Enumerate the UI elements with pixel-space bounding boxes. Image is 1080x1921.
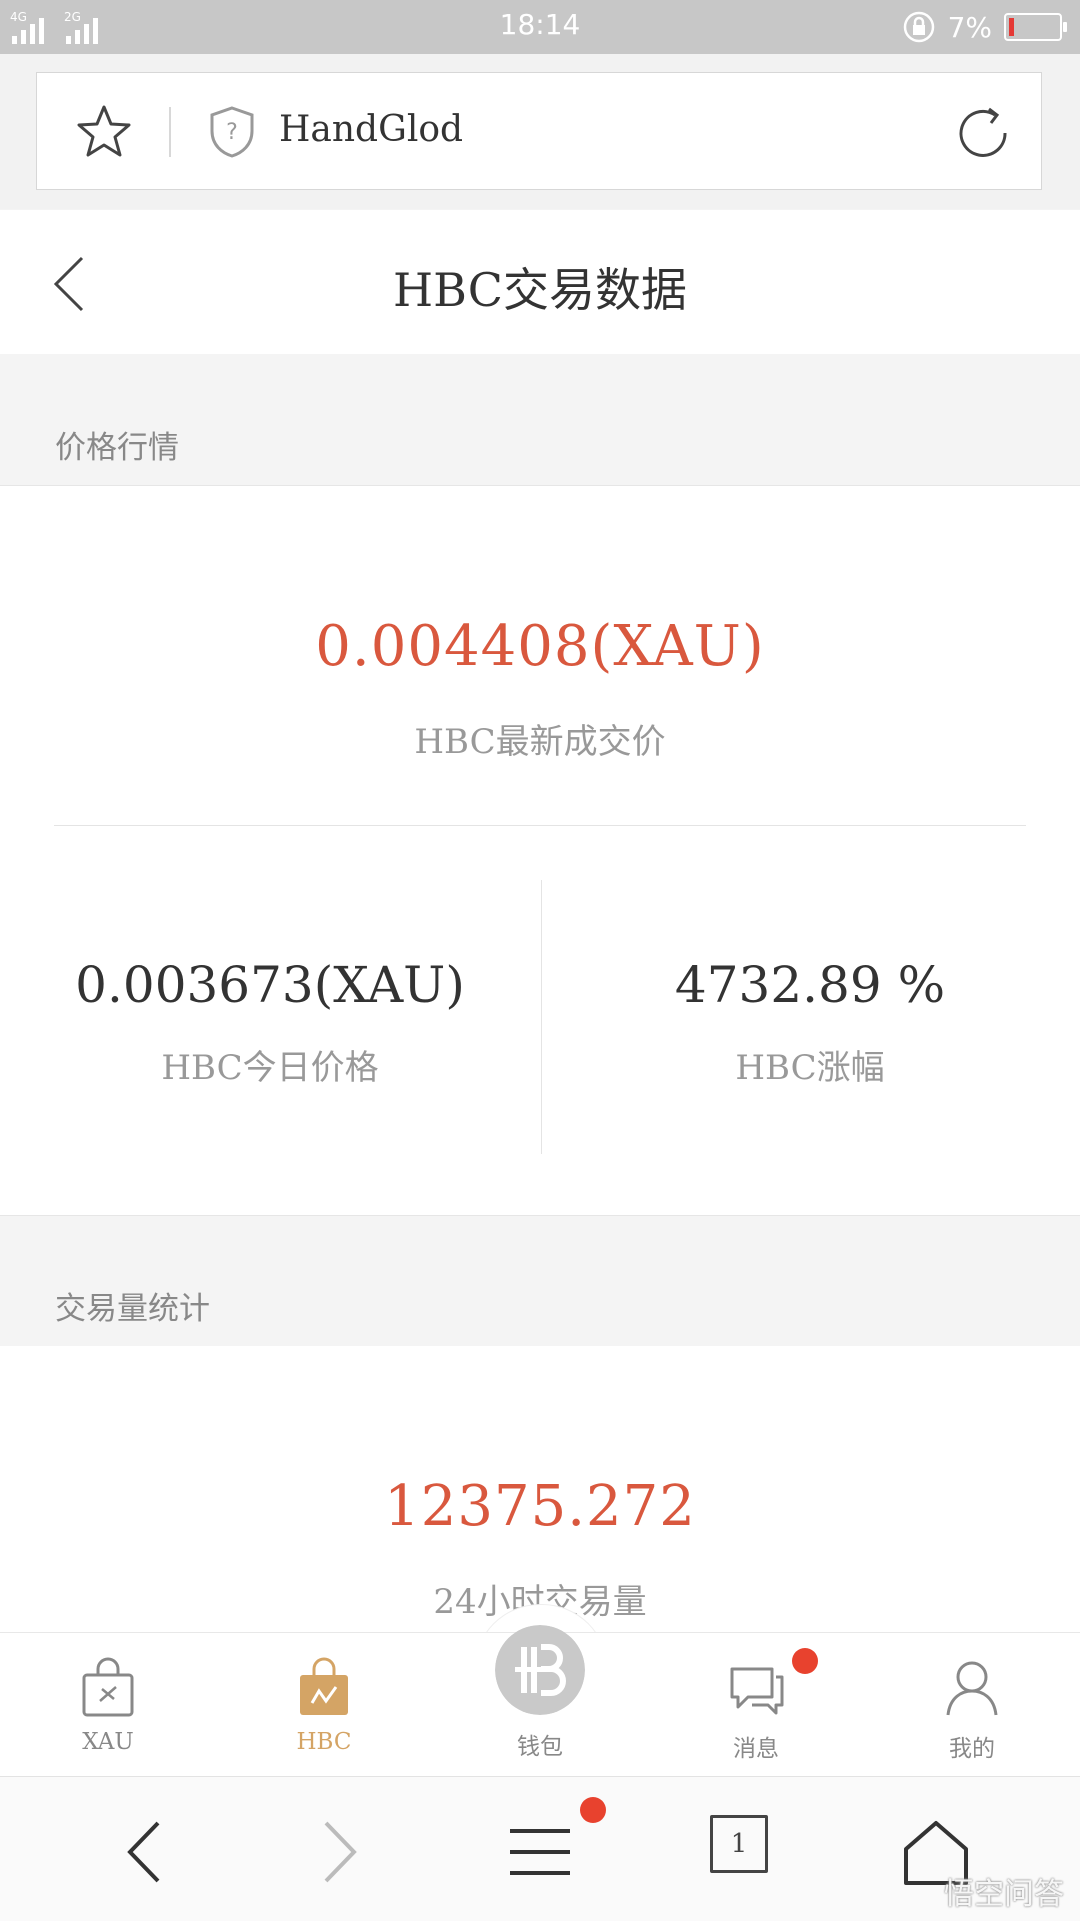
change-block: 4732.89 % HBC涨幅 [540,956,1080,1089]
bag-x-icon [82,1657,134,1717]
page-header: HBC交易数据 [0,210,1080,354]
site-name[interactable]: HandGlod [279,109,463,150]
divider [54,825,1026,826]
tab-messages[interactable]: 消息 [648,1633,864,1777]
section-heading-price: 价格行情 [0,354,1080,486]
svg-text:?: ? [226,120,238,145]
tab-label: 我的 [949,1736,995,1762]
status-bar: 4G 2G 18:14 7% [0,0,1080,54]
browser-nav-bar: 1 悟空问答 [0,1776,1080,1921]
hb-logo-icon[interactable] [495,1625,585,1715]
change-label: HBC涨幅 [735,1048,885,1088]
today-price-value: 0.003673(XAU) [75,956,465,1014]
battery-percent: 7% [947,10,992,44]
section-heading-volume: 交易量统计 [0,1215,1080,1347]
menu-icon[interactable] [500,1817,580,1887]
chat-icon [730,1667,784,1715]
tab-label: HBC [296,1729,352,1755]
messages-badge [792,1648,818,1674]
change-value: 4732.89 % [674,956,946,1014]
tabs-count-button[interactable]: 1 [710,1815,768,1873]
price-panel: 0.004408(XAU) HBC最新成交价 0.003673(XAU) HBC… [0,486,1080,1215]
tab-hbc[interactable]: HBC [216,1633,432,1777]
watermark: 悟空问答 [944,1877,1064,1912]
address-bar[interactable]: ? HandGlod [36,72,1042,190]
user-icon [946,1661,998,1716]
tab-profile[interactable]: 我的 [864,1633,1080,1777]
latest-price-label: HBC最新成交价 [414,722,666,762]
bookmark-star-icon[interactable] [75,103,133,161]
volume-panel: 12375.272 24小时交易量 [0,1346,1080,1636]
section-heading-price-label: 价格行情 [55,430,179,466]
tab-label: 消息 [733,1736,779,1762]
volume-24h-value: 12375.272 [384,1474,696,1539]
tab-label: XAU [82,1729,134,1755]
security-shield-icon[interactable]: ? [207,105,257,159]
today-price-label: HBC今日价格 [161,1048,379,1088]
rotation-lock-icon [903,11,934,43]
bag-chart-icon [300,1657,348,1715]
address-divider [169,107,171,157]
today-price-block: 0.003673(XAU) HBC今日价格 [0,956,540,1089]
browser-forward-icon[interactable] [300,1817,380,1887]
latest-price-value: 0.004408(XAU) [315,614,765,679]
browser-back-icon[interactable] [104,1817,184,1887]
reload-icon[interactable] [955,105,1015,161]
menu-badge [580,1797,606,1823]
tab-xau[interactable]: XAU [0,1633,216,1777]
section-heading-volume-label: 交易量统计 [55,1291,210,1327]
browser-toolbar: ? HandGlod [0,54,1080,209]
page-title: HBC交易数据 [393,263,687,317]
battery-icon [1004,13,1067,41]
tab-label: 钱包 [517,1734,563,1760]
